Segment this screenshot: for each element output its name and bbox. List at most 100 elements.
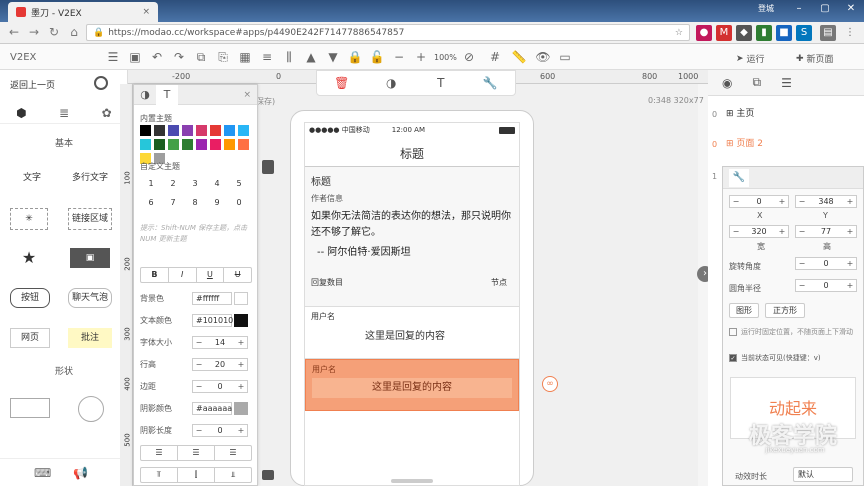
text-icon[interactable]: T [416, 76, 466, 90]
contrast-icon[interactable]: ◑ [367, 76, 417, 90]
component-web[interactable]: 网页 [10, 328, 50, 348]
star-icon[interactable]: ☆ [675, 28, 683, 38]
theme-swatch[interactable] [196, 139, 207, 150]
align-left-icon[interactable]: ☰ [141, 446, 178, 460]
theme-swatch[interactable] [168, 125, 179, 136]
undo-icon[interactable]: ↶ [148, 48, 166, 66]
theme-number-key[interactable]: 4 [206, 179, 228, 188]
bg-color-input[interactable]: #ffffff [192, 291, 232, 305]
reply-item-selected[interactable]: 用户名 这里是回复的内容 [305, 359, 519, 411]
no-entry-icon[interactable]: ⊘ [460, 48, 478, 66]
link-icon[interactable]: ∞ [542, 376, 558, 392]
shape-button[interactable]: 图形 [729, 303, 759, 318]
close-icon[interactable]: × [243, 90, 251, 100]
menu-icon[interactable]: ⋮ [842, 25, 858, 41]
theme-swatch[interactable] [224, 139, 235, 150]
width-stepper[interactable]: −320 + [729, 225, 789, 238]
theme-swatch[interactable] [196, 125, 207, 136]
theme-swatch[interactable] [210, 125, 221, 136]
component-note[interactable]: 批注 [68, 328, 112, 348]
align-middle-icon[interactable]: ⫿ [178, 468, 215, 482]
shadow-color-swatch[interactable] [234, 401, 248, 415]
extension-gray-icon[interactable]: ▤ [820, 25, 836, 41]
copy-icon[interactable]: ⧉ [192, 48, 210, 66]
underline-button[interactable]: U [197, 268, 225, 282]
zoom-in-icon[interactable]: + [412, 48, 430, 66]
save-icon[interactable]: ▣ [126, 48, 144, 66]
radius-stepper[interactable]: −0 + [795, 279, 857, 292]
trash-icon[interactable]: 🗑 [317, 76, 367, 90]
theme-swatch[interactable] [210, 139, 221, 150]
align-bottom-icon[interactable]: ⫫ [215, 468, 251, 482]
paste-icon[interactable]: ⎘ [214, 48, 232, 66]
reply-item[interactable]: 用户名 这里是回复的内容 [305, 307, 519, 359]
height-stepper[interactable]: −77 + [795, 225, 857, 238]
theme-number-key[interactable]: 9 [206, 198, 228, 207]
text-icon[interactable]: T [156, 84, 178, 105]
shape-rectangle[interactable] [10, 398, 50, 418]
extension-green-icon[interactable]: ▮ [756, 25, 772, 41]
wrench-icon[interactable]: 🔧 [466, 76, 516, 90]
unlock-icon[interactable]: 🔓 [368, 48, 386, 66]
page-item-home[interactable]: ⊞ 主页 [726, 106, 754, 119]
run-button[interactable]: ➤ 运行 [736, 52, 765, 66]
theme-swatch[interactable] [182, 139, 193, 150]
url-input[interactable]: 🔒 https://modao.cc/workspace#apps/p4490E… [86, 24, 690, 41]
eye-icon[interactable]: 👁 [534, 48, 552, 66]
theme-swatch[interactable] [140, 139, 151, 150]
keyboard-icon[interactable]: ⌨ [34, 466, 51, 480]
browser-tab[interactable]: 墨刀 - V2EX × [8, 2, 158, 22]
strike-button[interactable]: U [224, 268, 251, 282]
shadow-color-input[interactable]: #aaaaaa [192, 401, 232, 415]
new-page-button[interactable]: ✚ 新页面 [796, 52, 834, 66]
align-top-icon[interactable]: ⫪ [141, 468, 178, 482]
font-size-stepper[interactable]: −14 + [192, 335, 248, 349]
layer-down-icon[interactable]: ▼ [324, 48, 342, 66]
theme-swatch[interactable] [238, 139, 249, 150]
extension-s-icon[interactable]: S [796, 25, 812, 41]
line-height-stepper[interactable]: −20 + [192, 357, 248, 371]
lock-icon[interactable]: 🔒 [346, 48, 364, 66]
ruler-icon[interactable]: 📏 [510, 48, 528, 66]
text-color-swatch[interactable] [234, 313, 248, 327]
home-icon[interactable]: ⌂ [64, 25, 84, 39]
x-stepper[interactable]: −0 + [729, 195, 789, 208]
anim-duration-select[interactable]: 默认 [793, 467, 853, 482]
text-color-input[interactable]: #101010 [192, 313, 233, 327]
close-icon[interactable]: × [142, 7, 150, 17]
tablet-icon[interactable]: ▭ [556, 48, 574, 66]
contrast-icon[interactable]: ◑ [134, 85, 156, 105]
component-text[interactable]: 文字 [10, 168, 54, 190]
profile-label[interactable]: 登城 [746, 0, 786, 18]
megaphone-icon[interactable]: 📢 [73, 466, 88, 480]
menu-icon[interactable]: ☰ [104, 48, 122, 66]
redo-icon[interactable]: ↷ [170, 48, 188, 66]
theme-swatch[interactable] [154, 125, 165, 136]
hotspot-icon[interactable]: ✳ [10, 208, 48, 230]
page-item-page2[interactable]: ⊞ 页面 2 [726, 136, 763, 149]
theme-swatch[interactable] [224, 125, 235, 136]
list-icon[interactable]: ☰ [781, 76, 792, 90]
bg-color-swatch[interactable] [234, 291, 248, 305]
theme-swatch[interactable] [140, 125, 151, 136]
drag-handle[interactable] [262, 470, 274, 480]
reload-icon[interactable]: ↻ [44, 25, 64, 39]
theme-number-key[interactable]: 8 [184, 198, 206, 207]
theme-number-key[interactable]: 2 [162, 179, 184, 188]
drag-handle[interactable] [262, 160, 274, 174]
theme-swatch[interactable] [238, 125, 249, 136]
window-close-icon[interactable]: ✕ [838, 0, 864, 18]
shape-circle[interactable] [78, 396, 104, 422]
layers-icon[interactable]: ⧉ [752, 75, 761, 90]
zoom-level[interactable]: 100% [434, 53, 457, 62]
component-button[interactable]: 按钮 [10, 288, 50, 308]
back-link[interactable]: 返回上一页 [10, 78, 55, 91]
align-icon[interactable]: ≡ [258, 48, 276, 66]
back-icon[interactable]: ← [4, 25, 24, 39]
fixed-position-checkbox[interactable]: 运行时固定位置，不随页面上下滑动 [729, 327, 859, 337]
grid-icon[interactable]: # [486, 48, 504, 66]
target-icon[interactable]: ◉ [722, 76, 732, 90]
italic-button[interactable]: I [169, 268, 197, 282]
theme-swatch[interactable] [154, 139, 165, 150]
image-icon[interactable]: ▣ [70, 248, 110, 268]
